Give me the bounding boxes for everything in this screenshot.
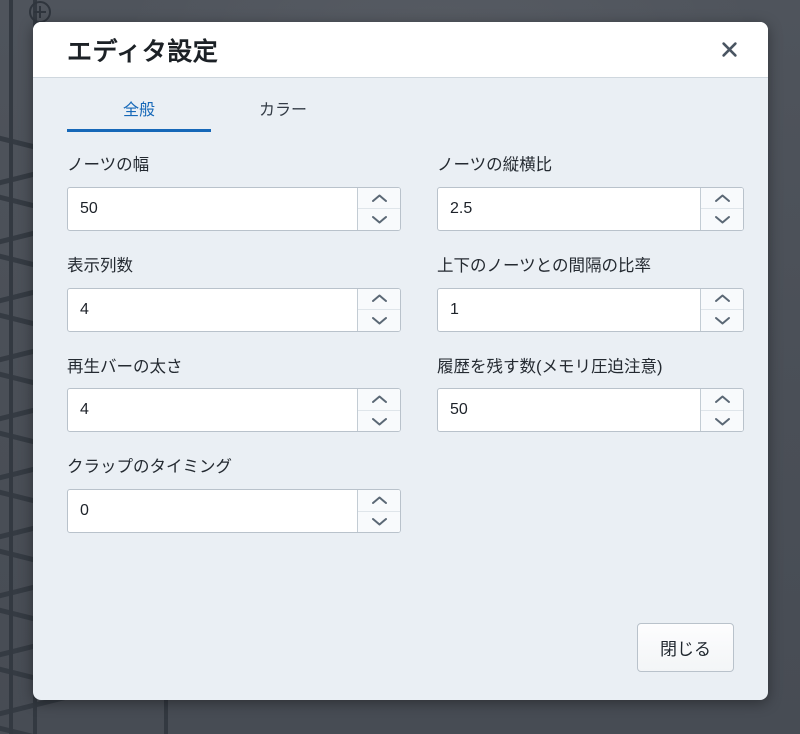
clap-timing-input[interactable] [68,490,357,533]
chevron-up-icon[interactable] [358,288,400,310]
column-count-stepper[interactable] [67,287,401,332]
stepper-buttons [357,187,400,230]
stepper-buttons [700,389,743,432]
field-label: ノーツの幅 [67,156,150,174]
chevron-up-icon[interactable] [701,288,743,310]
editor-settings-dialog: エディタ設定 全般 カラー ノーツの幅 50 ノーツの縦横比 2.5 表示列数 … [33,22,768,700]
field-label: ノーツの縦横比 [437,156,553,174]
chevron-down-icon[interactable] [701,409,743,432]
chevron-down-icon[interactable] [701,309,743,331]
app-root: エディタ設定 全般 カラー ノーツの幅 50 ノーツの縦横比 2.5 表示列数 … [0,0,800,734]
close-button[interactable]: 閉じる [637,623,734,672]
chevron-up-icon[interactable] [358,490,400,511]
field-label: 履歴を残す数(メモリ圧迫注意) [437,357,663,376]
field-label: 表示列数 [67,256,133,275]
column-count-input[interactable] [68,288,357,331]
field-clap-timing: クラップのタイミング [67,458,401,534]
history-count-input[interactable] [438,389,700,432]
chevron-down-icon[interactable] [358,309,400,331]
chevron-up-icon[interactable] [358,187,400,209]
field-playback-bar-thickness: 再生バーの太さ [67,358,401,433]
plus-circle-icon[interactable] [29,1,51,23]
page-title: エディタ設定 [67,37,219,66]
field-note-aspect-ratio: ノーツの縦横比 [437,156,768,231]
lane-gridline-lower [164,700,168,734]
playback-bar-thickness-input[interactable] [68,389,357,432]
close-icon[interactable] [712,33,746,67]
field-label: 再生バーの太さ [67,357,183,376]
settings-field-grid: ノーツの幅 ノーツの縦横比 [67,156,744,559]
note-width-stepper[interactable] [67,186,401,231]
stepper-buttons [357,288,400,331]
stepper-buttons [700,288,743,331]
field-label: 上下のノーツとの間隔の比率 [437,256,652,275]
tab-general-label: 全般 [122,102,155,119]
dialog-tabs: 全般 カラー [33,78,768,132]
dialog-header: エディタ設定 [33,22,768,78]
stepper-buttons [700,187,743,230]
field-column-count: 表示列数 [67,257,401,332]
settings-form: ノーツの幅 ノーツの縦横比 [33,132,768,623]
note-width-input[interactable] [68,187,357,230]
field-label: クラップのタイミング [67,458,232,477]
vertical-note-spacing-ratio-input[interactable] [438,288,700,331]
chevron-down-icon[interactable] [358,510,400,533]
vertical-note-spacing-ratio-stepper[interactable] [437,287,744,332]
history-count-stepper[interactable] [437,388,744,433]
chevron-up-icon[interactable] [358,389,400,410]
lane-gridline-left [9,0,13,734]
stepper-buttons [357,490,400,533]
tab-color[interactable]: カラー [211,92,355,132]
note-aspect-ratio-input[interactable] [438,187,700,230]
chevron-up-icon[interactable] [701,389,743,410]
chevron-up-icon[interactable] [701,187,743,209]
chevron-down-icon[interactable] [701,208,743,230]
field-history-count: 履歴を残す数(メモリ圧迫注意) [437,358,768,433]
note-aspect-ratio-stepper[interactable] [437,186,744,231]
clap-timing-stepper[interactable] [67,489,401,534]
dialog-footer: 閉じる [33,623,768,700]
field-vertical-note-spacing-ratio: 上下のノーツとの間隔の比率 [437,257,768,332]
chevron-down-icon[interactable] [358,208,400,230]
chevron-down-icon[interactable] [358,409,400,432]
tab-general[interactable]: 全般 [67,92,211,132]
playback-bar-thickness-stepper[interactable] [67,388,401,433]
tab-color-label: カラー [258,102,307,119]
long-note-mark [0,720,108,734]
stepper-buttons [357,389,400,432]
field-note-width: ノーツの幅 [67,156,401,231]
